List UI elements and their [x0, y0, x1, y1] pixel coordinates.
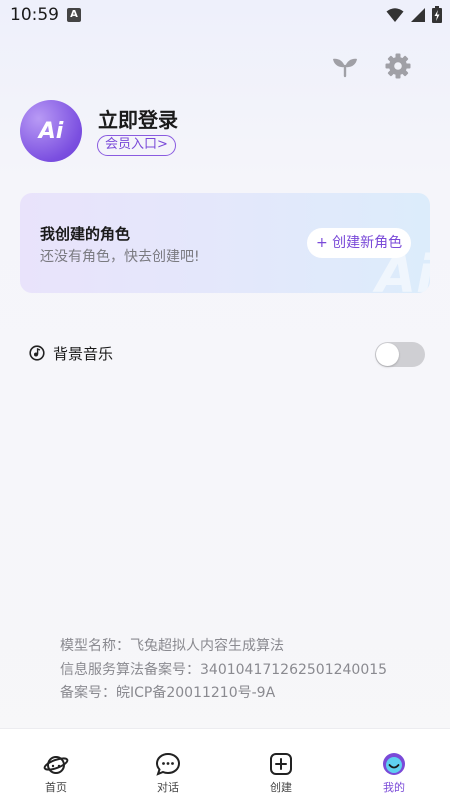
bottom-nav: 首页 对话 创建 我的 — [0, 728, 450, 800]
nav-label-chat: 对话 — [157, 781, 179, 794]
nav-item-home[interactable]: 首页 — [0, 729, 112, 800]
smile-icon — [383, 753, 405, 775]
status-indicators — [386, 6, 442, 23]
chat-icon — [155, 752, 181, 776]
member-entry-button[interactable]: 会员入口> — [97, 135, 176, 156]
my-roles-title: 我创建的角色 — [40, 225, 131, 243]
create-role-button[interactable]: + 创建新角色 — [307, 228, 412, 258]
nav-label-create: 创建 — [270, 781, 292, 794]
background-music-toggle[interactable] — [375, 342, 425, 367]
nav-item-create[interactable]: 创建 — [225, 729, 337, 800]
model-name-info: 模型名称：飞兔超拟人内容生成算法 — [60, 638, 284, 654]
nav-item-mine[interactable]: 我的 — [338, 729, 450, 800]
toggle-knob — [376, 343, 399, 366]
wifi-icon — [386, 7, 404, 22]
planet-icon — [43, 756, 69, 774]
battery-icon — [432, 6, 442, 23]
gear-icon[interactable] — [384, 52, 412, 80]
sprout-icon[interactable] — [331, 52, 359, 80]
icp-filing-info: 备案号：皖ICP备20011210号-9A — [60, 685, 276, 701]
signal-icon — [411, 7, 425, 22]
login-title[interactable]: 立即登录 — [98, 104, 178, 133]
algorithm-filing-info: 信息服务算法备案号：340104171262501240015 — [60, 662, 388, 678]
my-roles-empty-hint: 还没有角色，快去创建吧! — [40, 249, 200, 265]
nav-label-mine: 我的 — [383, 781, 405, 794]
avatar[interactable]: Ai — [20, 100, 82, 162]
status-bar: 10:59 A — [0, 0, 450, 30]
background-music-label: 背景音乐 — [53, 345, 114, 363]
music-disc-icon — [29, 345, 45, 361]
nav-label-home: 首页 — [45, 781, 67, 794]
plus-square-icon — [270, 753, 292, 775]
my-roles-card: Ai 我创建的角色 还没有角色，快去创建吧! + 创建新角色 — [20, 193, 430, 293]
nav-item-chat[interactable]: 对话 — [112, 729, 224, 800]
status-time: 10:59 — [10, 5, 59, 25]
notification-icon: A — [67, 8, 81, 22]
